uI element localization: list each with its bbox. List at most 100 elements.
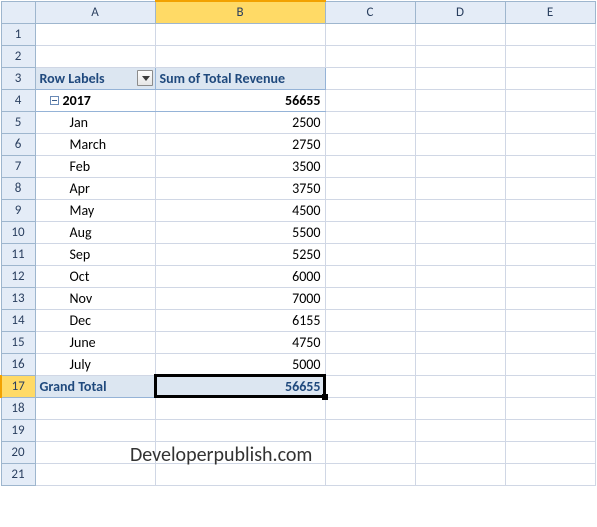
cell-E16[interactable]	[505, 353, 595, 375]
cell-D19[interactable]	[415, 419, 505, 441]
row-header-21[interactable]: 21	[1, 463, 35, 485]
cell-C16[interactable]	[325, 353, 415, 375]
cell-B2[interactable]	[155, 45, 325, 67]
pivot-item-value[interactable]: 5000	[155, 353, 325, 375]
pivot-item-value[interactable]: 7000	[155, 287, 325, 309]
cell-D15[interactable]	[415, 331, 505, 353]
cell-D5[interactable]	[415, 111, 505, 133]
cell-C21[interactable]	[325, 463, 415, 485]
cell-D1[interactable]	[415, 23, 505, 45]
row-header-6[interactable]: 6	[1, 133, 35, 155]
cell-E8[interactable]	[505, 177, 595, 199]
row-header-9[interactable]: 9	[1, 199, 35, 221]
cell-E13[interactable]	[505, 287, 595, 309]
cell-D11[interactable]	[415, 243, 505, 265]
cell-B18[interactable]	[155, 397, 325, 419]
cell-E14[interactable]	[505, 309, 595, 331]
cell-D13[interactable]	[415, 287, 505, 309]
cell-D20[interactable]	[415, 441, 505, 463]
cell-B19[interactable]	[155, 419, 325, 441]
cell-D10[interactable]	[415, 221, 505, 243]
cell-E7[interactable]	[505, 155, 595, 177]
cell-E19[interactable]	[505, 419, 595, 441]
pivot-value-header[interactable]: Sum of Total Revenue	[155, 67, 325, 89]
row-header-14[interactable]: 14	[1, 309, 35, 331]
cell-D14[interactable]	[415, 309, 505, 331]
cell-C9[interactable]	[325, 199, 415, 221]
cell-C6[interactable]	[325, 133, 415, 155]
cell-A19[interactable]	[35, 419, 155, 441]
cell-E15[interactable]	[505, 331, 595, 353]
pivot-item-label[interactable]: Jan	[35, 111, 155, 133]
pivot-item-value[interactable]: 2750	[155, 133, 325, 155]
row-header-20[interactable]: 20	[1, 441, 35, 463]
cell-D18[interactable]	[415, 397, 505, 419]
cell-A21[interactable]	[35, 463, 155, 485]
cell-E4[interactable]	[505, 89, 595, 111]
cell-C2[interactable]	[325, 45, 415, 67]
col-header-B[interactable]: B	[155, 1, 325, 23]
row-header-7[interactable]: 7	[1, 155, 35, 177]
pivot-item-value[interactable]: 2500	[155, 111, 325, 133]
cell-D3[interactable]	[415, 67, 505, 89]
cell-B21[interactable]	[155, 463, 325, 485]
pivot-item-label[interactable]: Oct	[35, 265, 155, 287]
col-header-E[interactable]: E	[505, 1, 595, 23]
pivot-row-labels-header[interactable]: Row Labels	[35, 67, 155, 89]
cell-E3[interactable]	[505, 67, 595, 89]
pivot-item-value[interactable]: 6155	[155, 309, 325, 331]
cell-D7[interactable]	[415, 155, 505, 177]
row-header-8[interactable]: 8	[1, 177, 35, 199]
pivot-item-label[interactable]: May	[35, 199, 155, 221]
row-header-2[interactable]: 2	[1, 45, 35, 67]
pivot-item-label[interactable]: Aug	[35, 221, 155, 243]
pivot-item-label[interactable]: March	[35, 133, 155, 155]
pivot-item-value[interactable]: 4500	[155, 199, 325, 221]
filter-dropdown-icon[interactable]	[137, 70, 153, 86]
pivot-group-subtotal[interactable]: 56655	[155, 89, 325, 111]
cell-C5[interactable]	[325, 111, 415, 133]
cell-C19[interactable]	[325, 419, 415, 441]
cell-B20[interactable]	[155, 441, 325, 463]
cell-E17[interactable]	[505, 375, 595, 397]
pivot-item-label[interactable]: June	[35, 331, 155, 353]
collapse-icon[interactable]	[50, 96, 59, 105]
cell-D6[interactable]	[415, 133, 505, 155]
cell-C20[interactable]	[325, 441, 415, 463]
cell-E5[interactable]	[505, 111, 595, 133]
pivot-item-label[interactable]: Feb	[35, 155, 155, 177]
cell-E20[interactable]	[505, 441, 595, 463]
pivot-item-label[interactable]: Apr	[35, 177, 155, 199]
cell-E6[interactable]	[505, 133, 595, 155]
cell-E2[interactable]	[505, 45, 595, 67]
select-all-corner[interactable]	[1, 1, 35, 23]
cell-C3[interactable]	[325, 67, 415, 89]
pivot-item-value[interactable]: 4750	[155, 331, 325, 353]
row-header-16[interactable]: 16	[1, 353, 35, 375]
col-header-A[interactable]: A	[35, 1, 155, 23]
row-header-1[interactable]: 1	[1, 23, 35, 45]
cell-D17[interactable]	[415, 375, 505, 397]
pivot-item-value[interactable]: 3500	[155, 155, 325, 177]
cell-E1[interactable]	[505, 23, 595, 45]
pivot-grand-total-value[interactable]: 56655	[155, 375, 325, 397]
pivot-item-label[interactable]: Sep	[35, 243, 155, 265]
cell-C15[interactable]	[325, 331, 415, 353]
pivot-item-value[interactable]: 5250	[155, 243, 325, 265]
cell-B1[interactable]	[155, 23, 325, 45]
pivot-item-label[interactable]: Nov	[35, 287, 155, 309]
cell-E9[interactable]	[505, 199, 595, 221]
col-header-C[interactable]: C	[325, 1, 415, 23]
cell-C1[interactable]	[325, 23, 415, 45]
row-header-15[interactable]: 15	[1, 331, 35, 353]
row-header-17[interactable]: 17	[1, 375, 35, 397]
pivot-item-value[interactable]: 5500	[155, 221, 325, 243]
cell-A2[interactable]	[35, 45, 155, 67]
cell-C11[interactable]	[325, 243, 415, 265]
cell-E18[interactable]	[505, 397, 595, 419]
pivot-item-value[interactable]: 6000	[155, 265, 325, 287]
pivot-item-label[interactable]: July	[35, 353, 155, 375]
cell-D4[interactable]	[415, 89, 505, 111]
row-header-3[interactable]: 3	[1, 67, 35, 89]
row-header-5[interactable]: 5	[1, 111, 35, 133]
